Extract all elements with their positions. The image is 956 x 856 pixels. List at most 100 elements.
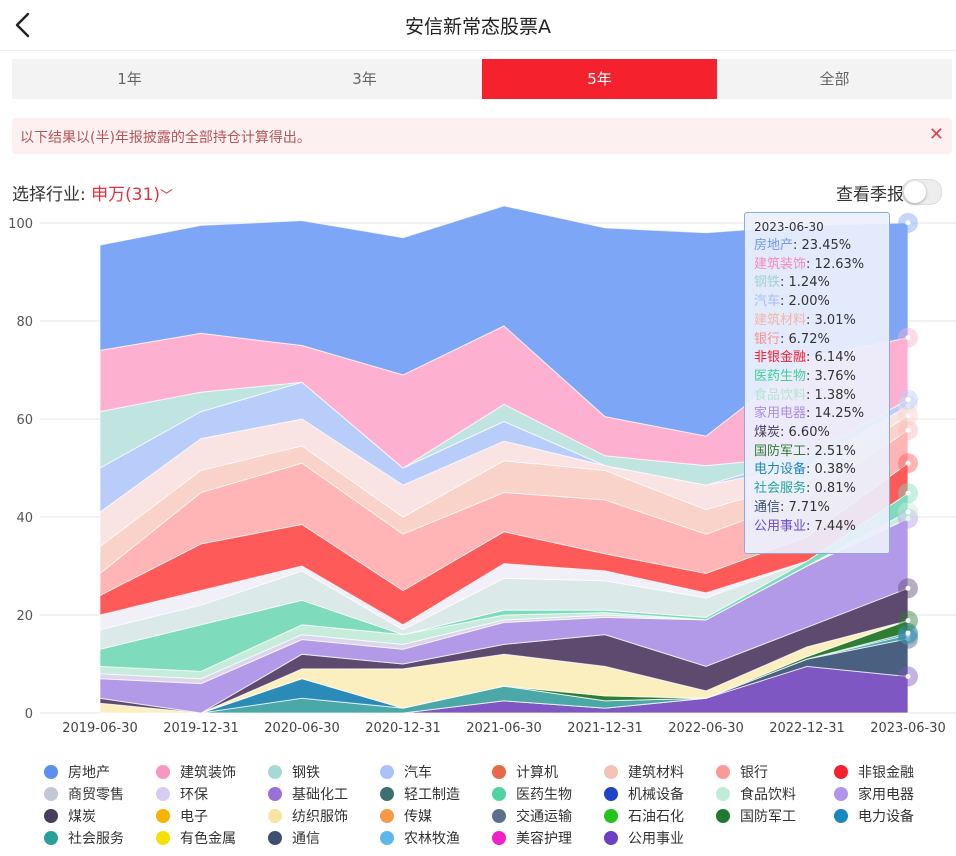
legend-item[interactable]: 食品饮料 [716, 784, 796, 804]
legend-item[interactable]: 传媒 [380, 806, 432, 826]
legend-swatch [716, 765, 730, 779]
tooltip-row: 国防军工: 2.51% [754, 443, 856, 459]
hover-marker [905, 490, 911, 496]
legend-item[interactable]: 房地产 [44, 762, 110, 782]
legend-label: 商贸零售 [68, 787, 124, 803]
tooltip-row: 公用事业: 7.44% [754, 518, 856, 534]
tooltip-row: 医药生物: 3.76% [754, 368, 856, 384]
hover-marker [905, 397, 911, 403]
legend-swatch [604, 765, 618, 779]
tooltip-row-value: 14.25% [814, 406, 865, 422]
legend-item[interactable]: 美容护理 [492, 828, 572, 848]
tooltip-date: 2023-06-30 [754, 220, 824, 234]
legend-item[interactable]: 电力设备 [834, 806, 914, 826]
tooltip-row-value: 0.81% [814, 481, 856, 497]
tab-3y[interactable]: 3年 [247, 59, 482, 99]
legend-item[interactable]: 纺织服饰 [268, 806, 348, 826]
legend-item[interactable]: 煤炭 [44, 806, 96, 826]
legend-swatch [604, 809, 618, 823]
tooltip-row-label: 社会服务 [754, 481, 807, 497]
legend-label: 非银金融 [858, 765, 914, 781]
tooltip-row-value: 6.60% [788, 425, 830, 441]
y-tick-label: 60 [16, 413, 33, 428]
legend-label: 食品饮料 [740, 787, 796, 803]
industry-filter[interactable]: 选择行业: 申万(31)﹀ [12, 180, 173, 205]
tooltip-row-label: 建筑材料 [754, 312, 807, 328]
tab-5y[interactable]: 5年 [482, 59, 717, 99]
y-tick-label: 0 [25, 707, 33, 722]
legend-item[interactable]: 计算机 [492, 762, 558, 782]
chevron-down-icon[interactable]: ﹀ [160, 189, 173, 204]
tooltip-row-value: 12.63% [814, 256, 865, 272]
legend-swatch [834, 787, 848, 801]
hover-marker [905, 220, 911, 226]
legend-swatch [834, 765, 848, 779]
legend-swatch [156, 809, 170, 823]
legend-swatch [716, 787, 730, 801]
legend-label: 房地产 [68, 765, 110, 781]
legend-item[interactable]: 医药生物 [492, 784, 572, 804]
legend-item[interactable]: 有色金属 [156, 828, 236, 848]
legend-label: 电力设备 [858, 809, 914, 825]
tooltip-row-label: 煤炭 [754, 425, 781, 441]
legend-swatch [604, 787, 618, 801]
legend-item[interactable]: 家用电器 [834, 784, 914, 804]
legend-item[interactable]: 农林牧渔 [380, 828, 460, 848]
legend-swatch [268, 765, 282, 779]
legend-item[interactable]: 银行 [716, 762, 768, 782]
legend-label: 环保 [180, 787, 208, 803]
tooltip-row: 食品饮料: 1.38% [754, 387, 856, 403]
tooltip-row: 银行: 6.72% [754, 331, 830, 347]
tooltip-row: 钢铁: 1.24% [754, 275, 830, 291]
legend-item[interactable]: 基础化工 [268, 784, 348, 804]
legend-item[interactable]: 机械设备 [604, 784, 684, 804]
x-tick-label: 2019-06-30 [62, 721, 138, 736]
legend-item[interactable]: 国防军工 [716, 806, 796, 826]
legend-label: 计算机 [516, 765, 558, 781]
legend-item[interactable]: 通信 [268, 828, 320, 848]
hover-marker [905, 427, 911, 433]
legend-item[interactable]: 石油石化 [604, 806, 684, 826]
legend-item[interactable]: 电子 [156, 806, 208, 826]
legend-swatch [44, 765, 58, 779]
filter-label: 选择行业: [12, 185, 86, 205]
tooltip-row-value: 2.00% [788, 294, 830, 310]
tab-1y[interactable]: 1年 [12, 59, 247, 99]
legend-label: 公用事业 [628, 831, 684, 847]
legend-item[interactable]: 建筑材料 [604, 762, 684, 782]
legend-item[interactable]: 社会服务 [44, 828, 124, 848]
legend-label: 钢铁 [292, 765, 320, 781]
legend-swatch [268, 809, 282, 823]
tab-all[interactable]: 全部 [717, 59, 952, 99]
page-title: 安信新常态股票A [405, 16, 551, 38]
quarter-toggle[interactable] [902, 179, 942, 205]
legend-item[interactable]: 环保 [156, 784, 208, 804]
legend-swatch [716, 809, 730, 823]
hover-marker [905, 630, 911, 636]
filter-value[interactable]: 申万(31) [91, 185, 160, 205]
legend-item[interactable]: 公用事业 [604, 828, 684, 848]
tooltip-row-label: 房地产 [754, 238, 794, 253]
tooltip-row-value: 2.51% [814, 443, 856, 459]
legend-label: 基础化工 [292, 787, 348, 803]
legend-label: 通信 [292, 831, 320, 847]
legend-item[interactable]: 建筑装饰 [156, 762, 236, 782]
legend-item[interactable]: 汽车 [380, 762, 432, 782]
tooltip-row-label: 钢铁 [754, 275, 781, 291]
legend-item[interactable]: 非银金融 [834, 762, 914, 782]
chart-tooltip: 2023-06-30 房地产: 23.45% 建筑装饰: 12.63% 钢铁: 1.… [744, 212, 890, 554]
close-icon[interactable]: ✕ [929, 124, 944, 145]
legend-label: 传媒 [404, 809, 432, 825]
legend-swatch [834, 809, 848, 823]
legend-swatch [492, 809, 506, 823]
tooltip-row-value: 1.24% [788, 275, 830, 291]
legend-item[interactable]: 交通运输 [492, 806, 572, 826]
y-tick-label: 20 [16, 609, 33, 624]
tooltip-row: 非银金融: 6.14% [754, 350, 856, 366]
hover-marker [905, 335, 911, 341]
legend-item[interactable]: 钢铁 [268, 762, 320, 782]
tooltip-row: 汽车: 2.00% [754, 294, 830, 310]
hover-marker [905, 585, 911, 591]
legend-item[interactable]: 轻工制造 [380, 784, 460, 804]
legend-item[interactable]: 商贸零售 [44, 784, 124, 804]
